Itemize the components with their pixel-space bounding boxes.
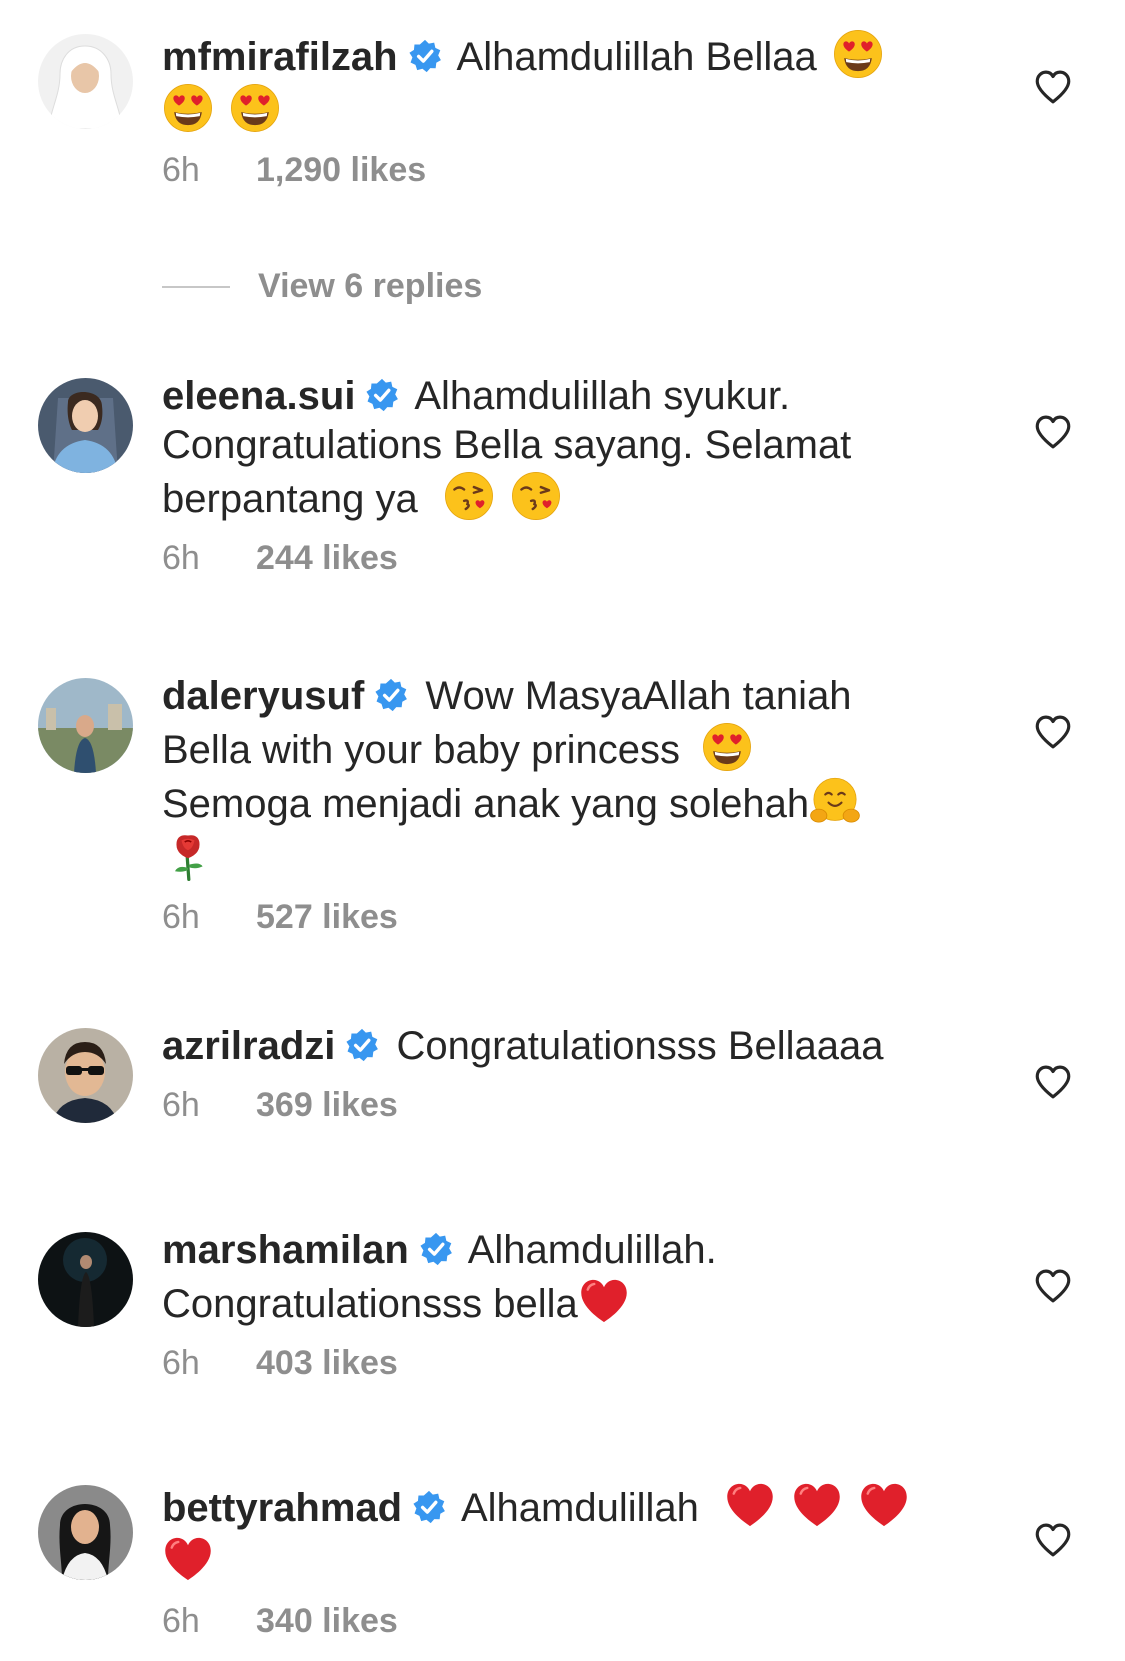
comment-message: Bella with your baby princess [162, 728, 681, 772]
heart-eyes-emoji [832, 28, 884, 80]
likes-count[interactable]: 340 likes [256, 1602, 398, 1640]
heart-outline-icon[interactable] [1032, 411, 1074, 453]
comment-message: Congratulationsss bella [162, 1282, 578, 1326]
comment-time: 6h [162, 1602, 200, 1640]
verified-badge-icon [419, 1232, 453, 1266]
username-link[interactable]: mfmirafilzah [162, 35, 398, 79]
comment-time: 6h [162, 539, 200, 577]
comment-body: marshamilan Alhamdulillah. Congratulatio… [162, 1226, 952, 1383]
likes-count[interactable]: 244 likes [256, 539, 398, 577]
red-heart-emoji [858, 1479, 910, 1531]
likes-count[interactable]: 369 likes [256, 1086, 398, 1124]
avatar[interactable] [38, 678, 133, 773]
comment-message: Alhamdulillah [460, 1486, 699, 1530]
heart-outline-icon[interactable] [1032, 1265, 1074, 1307]
comment-body: eleena.sui Alhamdulillah syukur. Congrat… [162, 372, 952, 578]
heart-outline-icon[interactable] [1032, 66, 1074, 108]
username-link[interactable]: marshamilan [162, 1228, 409, 1272]
comment-text: azrilradzi Congratulationsss Bellaaaa [162, 1022, 952, 1071]
heart-eyes-emoji [162, 82, 214, 134]
heart-outline-icon[interactable] [1032, 711, 1074, 753]
comment-meta: 6h 340 likes [162, 1601, 952, 1641]
username-link[interactable]: azrilradzi [162, 1024, 335, 1068]
comment-text: bettyrahmad Alhamdulillah [162, 1479, 952, 1587]
red-heart-emoji [578, 1275, 630, 1327]
comment-meta: 6h 527 likes [162, 897, 952, 937]
comment-body: mfmirafilzah Alhamdulillah Bellaa 6h 1,29… [162, 28, 952, 190]
verified-badge-icon [374, 678, 408, 712]
avatar[interactable] [38, 1232, 133, 1327]
comment-text: daleryusuf Wow MasyaAllah taniah Bella w… [162, 672, 952, 883]
likes-count[interactable]: 527 likes [256, 898, 398, 936]
comment-message: Alhamdulillah. [467, 1228, 717, 1272]
comment-text: marshamilan Alhamdulillah. Congratulatio… [162, 1226, 952, 1329]
username-link[interactable]: bettyrahmad [162, 1486, 402, 1530]
kiss-emoji [443, 470, 495, 522]
username-link[interactable]: eleena.sui [162, 374, 355, 418]
red-heart-emoji [791, 1479, 843, 1531]
verified-badge-icon [345, 1028, 379, 1062]
comment-message: Congratulationsss Bellaaaa [396, 1024, 884, 1068]
avatar[interactable] [38, 1028, 133, 1123]
avatar[interactable] [38, 1485, 133, 1580]
heart-eyes-emoji [701, 721, 753, 773]
comment-time: 6h [162, 898, 200, 936]
red-heart-emoji [724, 1479, 776, 1531]
comment-body: bettyrahmad Alhamdulillah 6h 340 likes [162, 1479, 952, 1641]
comment-meta: 6h 369 likes [162, 1085, 952, 1125]
username-link[interactable]: daleryusuf [162, 674, 364, 718]
comment-body: azrilradzi Congratulationsss Bellaaaa 6h… [162, 1022, 952, 1125]
comment-text: eleena.sui Alhamdulillah syukur. Congrat… [162, 372, 952, 524]
comment-body: daleryusuf Wow MasyaAllah taniah Bella w… [162, 672, 952, 937]
avatar[interactable] [38, 34, 133, 129]
heart-eyes-emoji [229, 82, 281, 134]
comment-time: 6h [162, 1344, 200, 1382]
likes-count[interactable]: 1,290 likes [256, 151, 426, 189]
verified-badge-icon [412, 1490, 446, 1524]
avatar[interactable] [38, 378, 133, 473]
comment-meta: 6h 244 likes [162, 538, 952, 578]
heart-outline-icon[interactable] [1032, 1519, 1074, 1561]
comment-meta: 6h 1,290 likes [162, 150, 952, 190]
replies-divider [162, 286, 230, 288]
verified-badge-icon [408, 39, 442, 73]
red-heart-emoji [162, 1533, 214, 1585]
comment-time: 6h [162, 1086, 200, 1124]
verified-badge-icon [365, 378, 399, 412]
comment-message: Wow MasyaAllah taniah [425, 674, 852, 718]
comment-message: Semoga menjadi anak yang solehah [162, 782, 810, 826]
comments-list: mfmirafilzah Alhamdulillah Bellaa 6h 1,29… [0, 0, 1125, 1661]
comment-meta: 6h 403 likes [162, 1343, 952, 1383]
likes-count[interactable]: 403 likes [256, 1344, 398, 1382]
view-replies-label: View 6 replies [258, 267, 483, 305]
comment-time: 6h [162, 151, 200, 189]
comment-message: Alhamdulillah Bellaa [456, 35, 817, 79]
heart-outline-icon[interactable] [1032, 1061, 1074, 1103]
kiss-emoji [510, 470, 562, 522]
hugging-emoji [809, 775, 861, 827]
comment-text: mfmirafilzah Alhamdulillah Bellaa [162, 28, 952, 136]
rose-emoji [162, 829, 214, 881]
